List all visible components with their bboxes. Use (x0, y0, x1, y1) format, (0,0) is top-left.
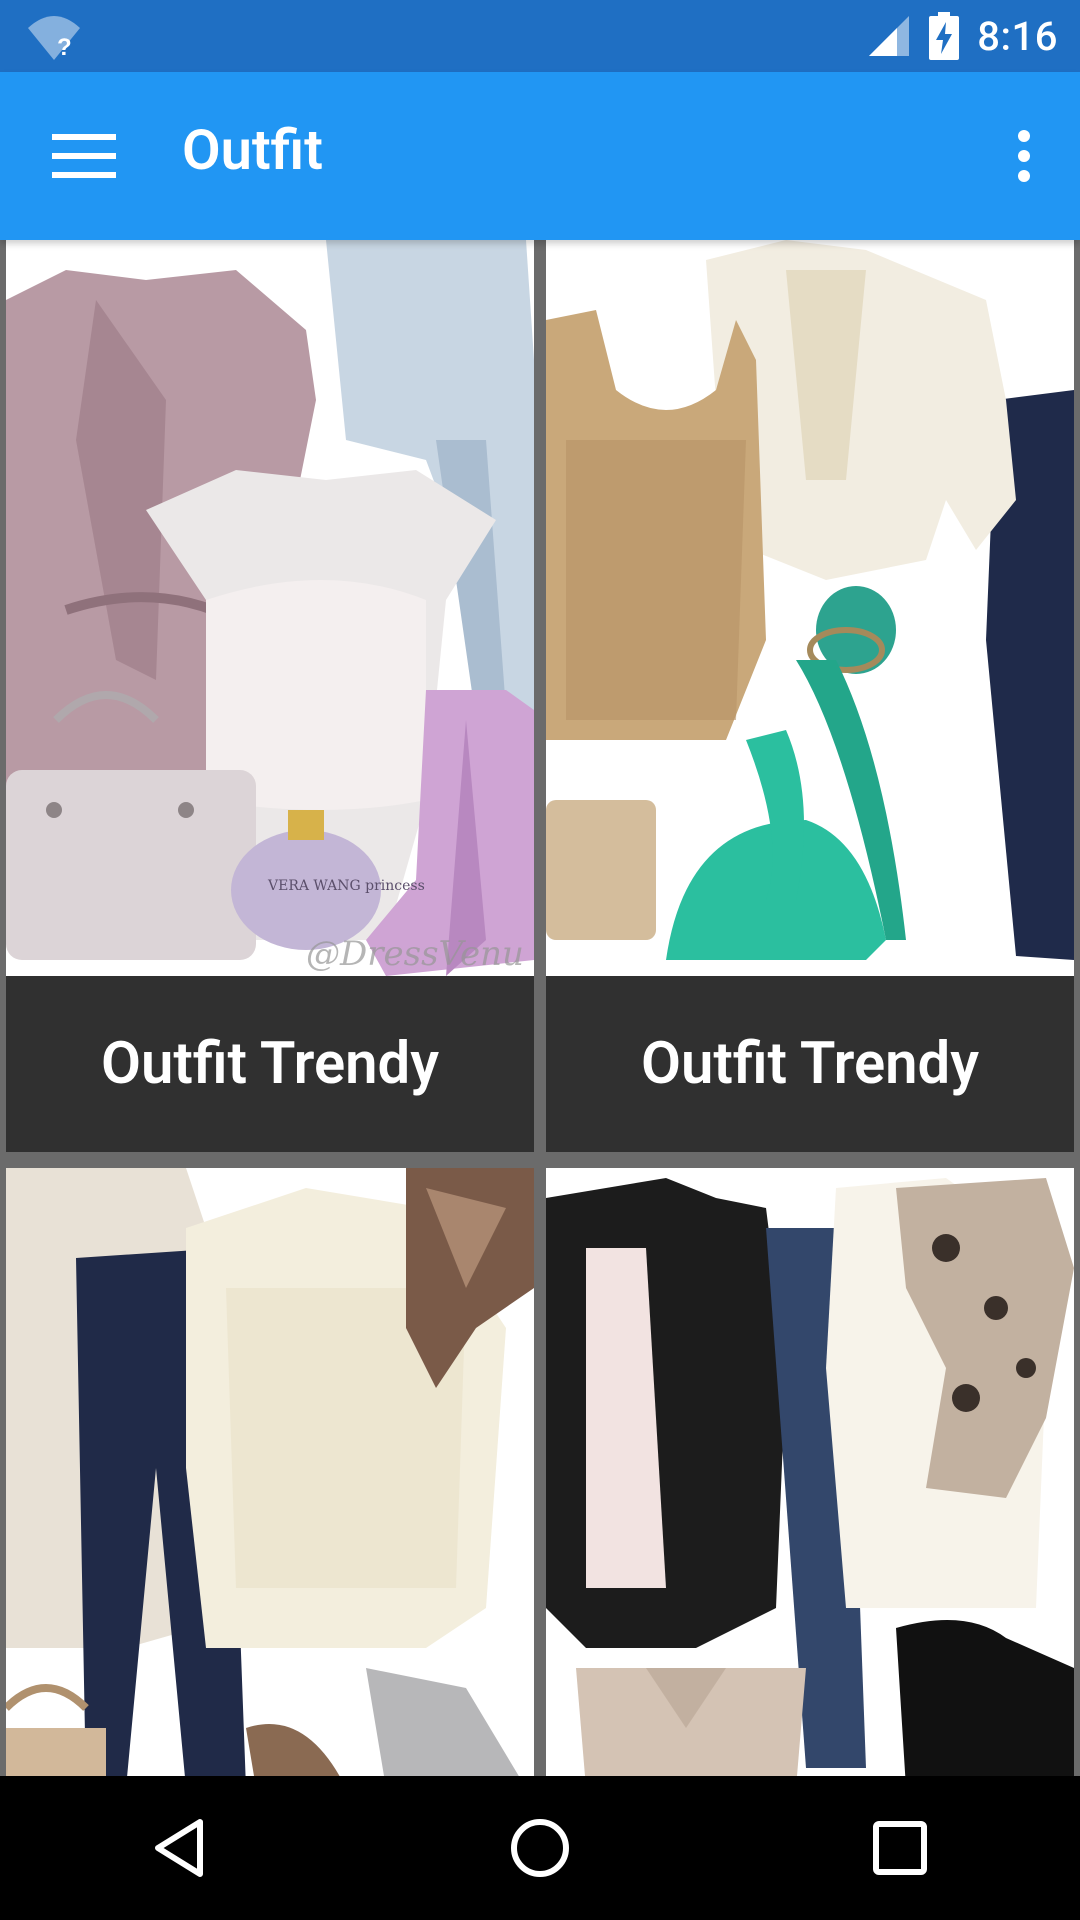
back-button[interactable] (120, 1788, 240, 1908)
outfit-image[interactable] (6, 1168, 534, 1776)
card-caption: Outfit Trendy (6, 976, 534, 1152)
outfit-card[interactable]: Outfit Trendy (546, 240, 1074, 1152)
signal-icon (869, 16, 910, 56)
status-bar: ? 8:16 (0, 0, 1080, 72)
outfit-3-illustration (6, 1168, 534, 1776)
outfit-grid: VERA WANG princess @DressVenu Outfit Tre… (0, 240, 1080, 1776)
menu-button[interactable] (38, 114, 130, 198)
home-button[interactable] (480, 1788, 600, 1908)
home-icon (511, 1819, 569, 1877)
outfit-image[interactable] (546, 1168, 1074, 1776)
outfit-image[interactable] (546, 240, 1074, 976)
more-vert-icon (1018, 130, 1030, 182)
outfit-card[interactable] (546, 1168, 1074, 1776)
overflow-menu-button[interactable] (988, 108, 1060, 204)
outfit-card[interactable] (6, 1168, 534, 1776)
back-icon (155, 1819, 203, 1877)
outfit-1-illustration: VERA WANG princess @DressVenu (6, 240, 534, 976)
outfit-card[interactable]: VERA WANG princess @DressVenu Outfit Tre… (6, 240, 534, 1152)
app-bar: Outfit (0, 72, 1080, 240)
page-title: Outfit (182, 117, 323, 183)
svg-text:?: ? (57, 34, 72, 61)
outfit-4-illustration (546, 1168, 1074, 1776)
recents-icon (873, 1821, 927, 1875)
outfit-2-illustration (546, 240, 1074, 976)
hamburger-menu-icon (52, 134, 116, 178)
outfit-image[interactable]: VERA WANG princess @DressVenu (6, 240, 534, 976)
status-time: 8:16 (977, 12, 1058, 60)
svg-text:VERA WANG princess: VERA WANG princess (267, 878, 425, 894)
navigation-bar (0, 1776, 1080, 1920)
svg-text:@DressVenu: @DressVenu (306, 934, 524, 974)
wifi-question-icon: ? (28, 16, 80, 61)
recents-button[interactable] (840, 1788, 960, 1908)
card-caption: Outfit Trendy (546, 976, 1074, 1152)
battery-charging-icon (929, 12, 960, 60)
